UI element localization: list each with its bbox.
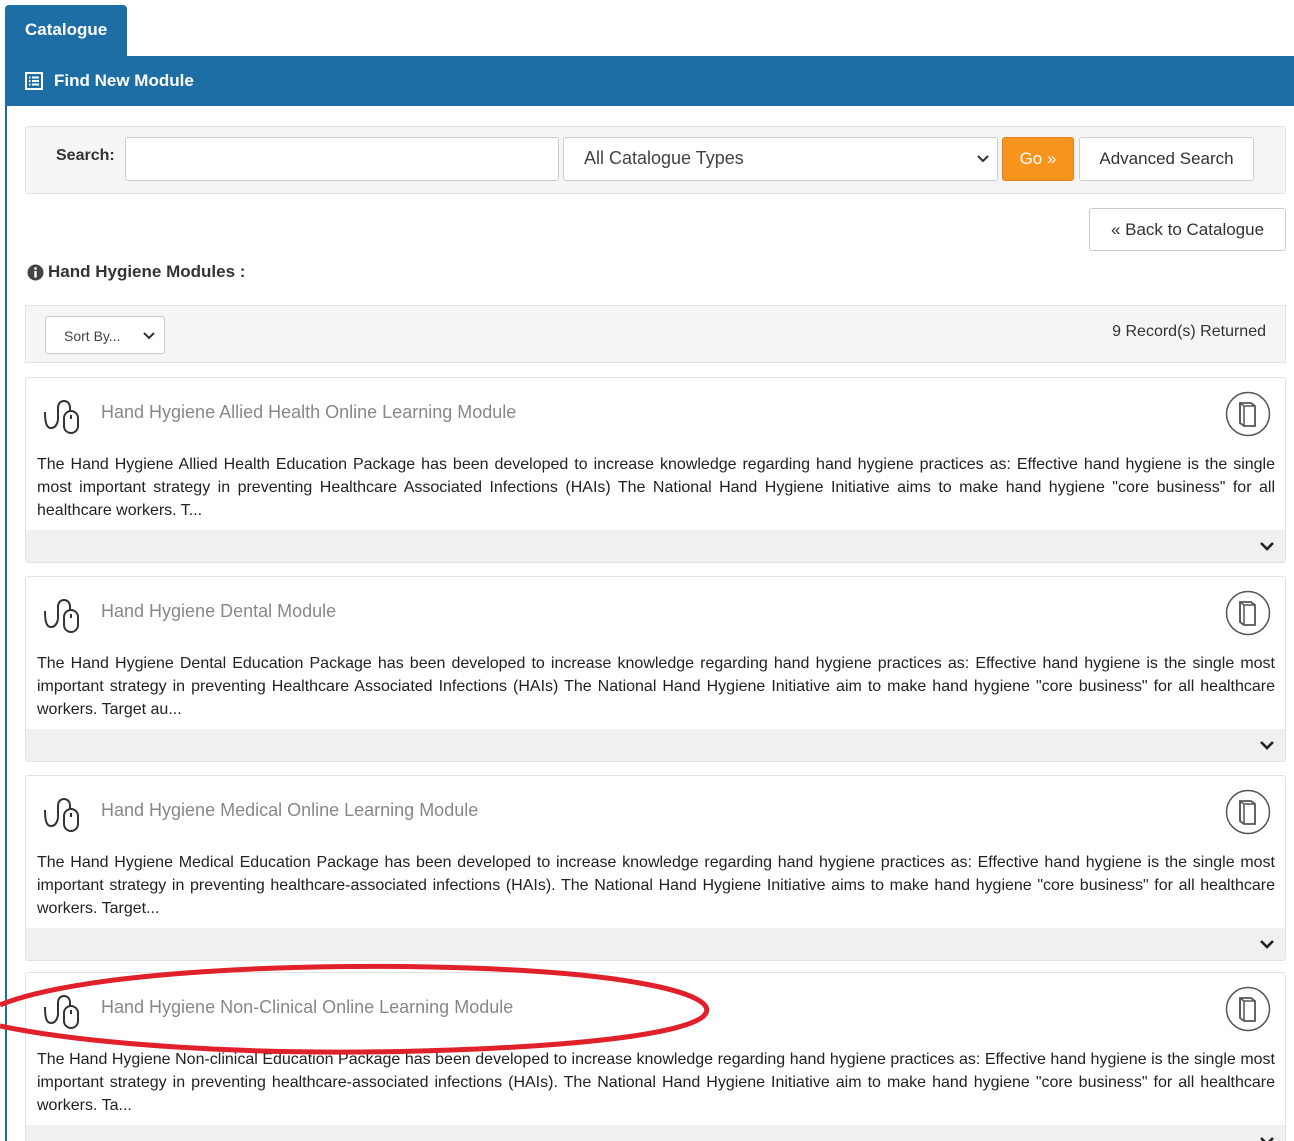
back-to-catalogue-button[interactable]: « Back to Catalogue <box>1089 208 1286 251</box>
module-card-footer[interactable] <box>26 729 1285 761</box>
module-description: The Hand Hygiene Allied Health Education… <box>37 456 1275 519</box>
module-title[interactable]: Hand Hygiene Dental Module <box>101 601 336 622</box>
mouse-icon <box>44 797 79 832</box>
module-card: Hand Hygiene Allied Health Online Learni… <box>25 377 1286 563</box>
mouse-icon <box>44 994 79 1029</box>
sort-select[interactable]: Sort By... <box>45 316 165 354</box>
module-card-footer[interactable] <box>26 928 1285 960</box>
catalogue-type-value: All Catalogue Types <box>584 148 744 168</box>
module-card: Hand Hygiene Non-Clinical Online Learnin… <box>25 972 1286 1141</box>
module-card: Hand Hygiene Medical Online Learning Mod… <box>25 775 1286 961</box>
page-title: Find New Module <box>54 71 194 90</box>
module-title[interactable]: Hand Hygiene Medical Online Learning Mod… <box>101 800 478 821</box>
module-title[interactable]: Hand Hygiene Allied Health Online Learni… <box>101 402 516 423</box>
module-title[interactable]: Hand Hygiene Non-Clinical Online Learnin… <box>101 997 513 1018</box>
sort-bar: Sort By... 9 Record(s) Returned <box>25 305 1286 363</box>
chevron-down-icon <box>977 155 989 163</box>
search-label: Search: <box>56 147 115 164</box>
module-card-footer[interactable] <box>26 1125 1285 1141</box>
sort-value: Sort By... <box>64 328 121 344</box>
search-bar: Search: All Catalogue Types Go » Advance… <box>25 126 1286 194</box>
mouse-icon <box>44 598 79 633</box>
module-card-footer[interactable] <box>26 530 1285 562</box>
tab-catalogue[interactable]: Catalogue <box>5 5 127 56</box>
module-description: The Hand Hygiene Medical Education Packa… <box>37 854 1275 917</box>
chevron-down-icon <box>143 332 155 340</box>
tab-bar: Catalogue <box>0 0 1294 56</box>
book-icon[interactable] <box>1225 391 1271 437</box>
catalogue-type-select[interactable]: All Catalogue Types <box>563 137 998 181</box>
record-count: 9 Record(s) Returned <box>1112 323 1266 340</box>
module-description: The Hand Hygiene Dental Education Packag… <box>37 655 1275 718</box>
chevron-down-icon[interactable] <box>1259 938 1275 950</box>
section-title: Hand Hygiene Modules : <box>48 262 246 281</box>
book-icon[interactable] <box>1225 986 1271 1032</box>
book-icon[interactable] <box>1225 789 1271 835</box>
module-description: The Hand Hygiene Non-clinical Education … <box>37 1051 1275 1114</box>
book-icon[interactable] <box>1225 590 1271 636</box>
search-input[interactable] <box>125 137 559 181</box>
chevron-down-icon[interactable] <box>1259 540 1275 552</box>
chevron-down-icon[interactable] <box>1259 1135 1275 1141</box>
go-button[interactable]: Go » <box>1002 137 1074 181</box>
section-heading: Hand Hygiene Modules : <box>27 262 245 282</box>
panel-header: Find New Module <box>5 56 1294 106</box>
advanced-search-button[interactable]: Advanced Search <box>1079 137 1254 181</box>
list-icon <box>25 72 43 90</box>
mouse-icon <box>44 399 79 434</box>
module-card: Hand Hygiene Dental Module The Hand Hygie… <box>25 576 1286 762</box>
chevron-down-icon[interactable] <box>1259 739 1275 751</box>
info-circle-icon <box>27 264 44 280</box>
